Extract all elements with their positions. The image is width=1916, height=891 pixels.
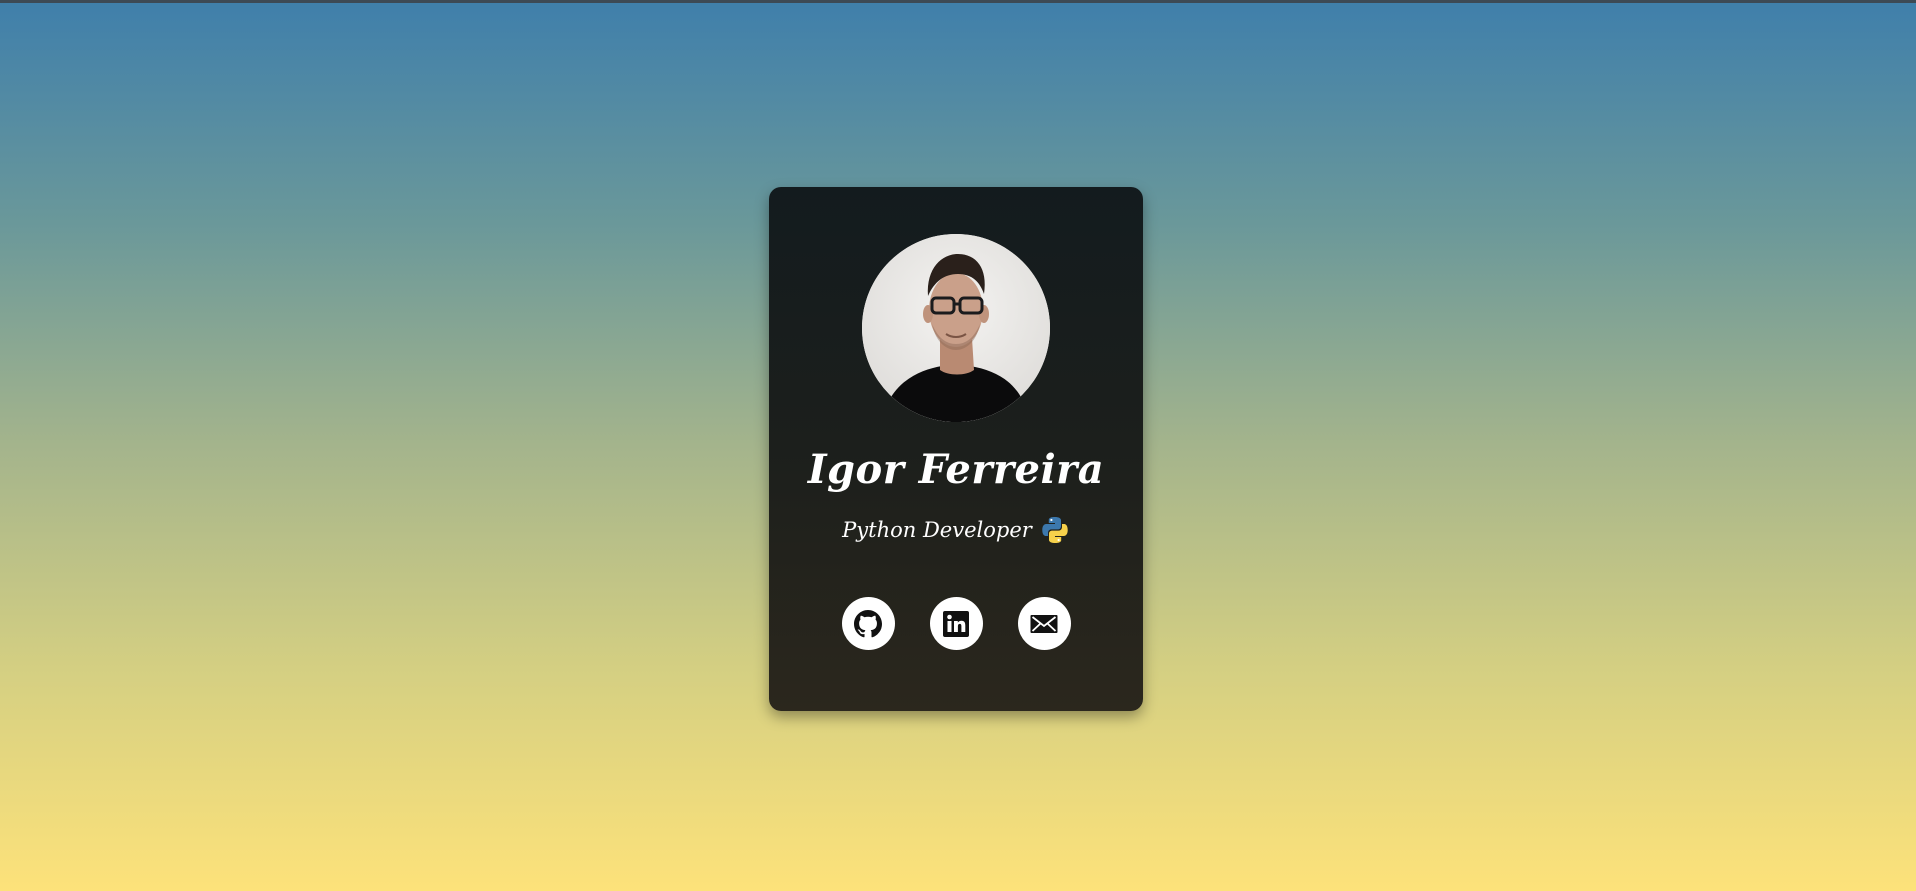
linkedin-icon (942, 610, 970, 638)
github-icon (854, 609, 882, 638)
linkedin-button[interactable] (929, 597, 983, 650)
mail-button[interactable] (1017, 597, 1071, 650)
python-logo-icon (1040, 515, 1070, 545)
profile-role: Python Developer (769, 514, 1143, 546)
profile-name: Igor Ferreira (807, 446, 1105, 493)
github-button[interactable] (841, 597, 895, 650)
avatar (862, 234, 1050, 422)
profile-card: Igor Ferreira Python Developer (769, 187, 1143, 711)
social-links (769, 597, 1143, 650)
avatar-photo (862, 234, 1050, 422)
top-border (0, 0, 1916, 3)
mail-icon (1029, 612, 1059, 636)
profile-role-label: Python Developer (842, 518, 1032, 542)
